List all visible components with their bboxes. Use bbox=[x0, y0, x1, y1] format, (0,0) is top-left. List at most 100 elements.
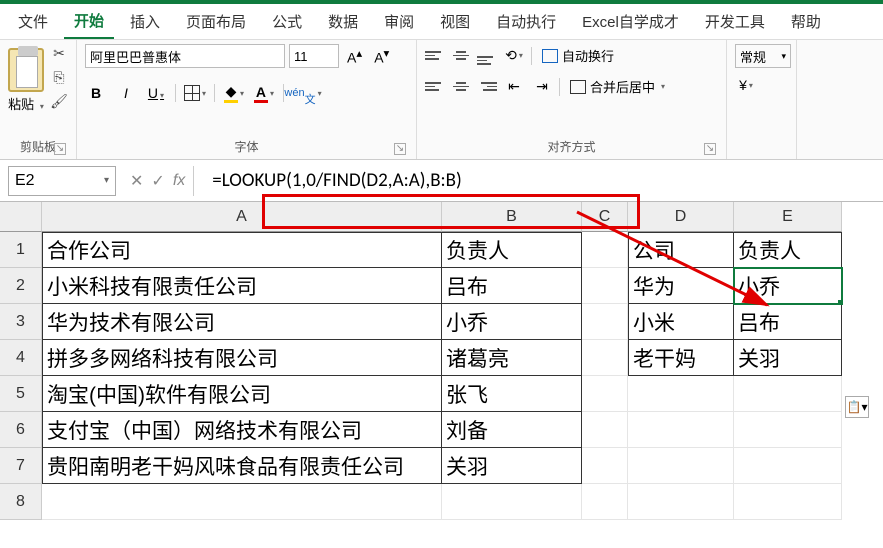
cell[interactable] bbox=[582, 376, 628, 412]
cell[interactable]: 公司 bbox=[628, 232, 734, 268]
row-header[interactable]: 6 bbox=[0, 412, 42, 448]
active-cell[interactable]: 小乔 bbox=[734, 268, 842, 304]
cell[interactable] bbox=[582, 232, 628, 268]
align-top-icon[interactable] bbox=[425, 47, 445, 65]
align-center-icon[interactable] bbox=[451, 78, 471, 96]
cell[interactable] bbox=[734, 376, 842, 412]
insert-function-icon[interactable]: fx bbox=[173, 172, 185, 190]
tab-home[interactable]: 开始 bbox=[64, 4, 114, 39]
row-header[interactable]: 1 bbox=[0, 232, 42, 268]
col-header[interactable]: C bbox=[582, 202, 628, 232]
decrease-indent-icon[interactable]: ⇤ bbox=[503, 76, 525, 98]
cell[interactable]: 小米 bbox=[628, 304, 734, 340]
bold-button[interactable]: B bbox=[85, 82, 107, 104]
decrease-font-icon[interactable]: A▾ bbox=[370, 46, 393, 66]
cell[interactable] bbox=[582, 304, 628, 340]
border-button[interactable] bbox=[184, 82, 206, 104]
phonetic-guide-button[interactable]: wén文 bbox=[292, 82, 314, 104]
cell[interactable]: 吕布 bbox=[734, 304, 842, 340]
font-name-input[interactable] bbox=[85, 44, 285, 68]
cell[interactable] bbox=[582, 268, 628, 304]
col-header[interactable]: B bbox=[442, 202, 582, 232]
align-right-icon[interactable] bbox=[477, 78, 497, 96]
merge-center-button[interactable]: 合并后居中 bbox=[566, 75, 669, 98]
tab-automate[interactable]: 自动执行 bbox=[486, 5, 566, 38]
align-left-icon[interactable] bbox=[425, 78, 445, 96]
cell[interactable] bbox=[582, 484, 628, 520]
cell[interactable] bbox=[628, 376, 734, 412]
cell[interactable]: 华为技术有限公司 bbox=[42, 304, 442, 340]
wrap-text-button[interactable]: 自动换行 bbox=[538, 44, 618, 67]
row-header[interactable]: 5 bbox=[0, 376, 42, 412]
col-header[interactable]: E bbox=[734, 202, 842, 232]
cell[interactable] bbox=[582, 448, 628, 484]
orientation-button[interactable]: ⟲ bbox=[503, 45, 525, 67]
cell[interactable]: 诸葛亮 bbox=[442, 340, 582, 376]
cell[interactable]: 合作公司 bbox=[42, 232, 442, 268]
font-size-input[interactable] bbox=[289, 44, 339, 68]
cell[interactable] bbox=[42, 484, 442, 520]
increase-indent-icon[interactable]: ⇥ bbox=[531, 76, 553, 98]
cell[interactable] bbox=[582, 340, 628, 376]
row-header[interactable]: 4 bbox=[0, 340, 42, 376]
copy-icon[interactable]: ⎘ bbox=[50, 68, 68, 86]
cell[interactable] bbox=[628, 448, 734, 484]
row-header[interactable]: 3 bbox=[0, 304, 42, 340]
align-middle-icon[interactable] bbox=[451, 47, 471, 65]
col-header[interactable]: A bbox=[42, 202, 442, 232]
cell[interactable]: 关羽 bbox=[734, 340, 842, 376]
cell[interactable]: 拼多多网络科技有限公司 bbox=[42, 340, 442, 376]
tab-file[interactable]: 文件 bbox=[8, 5, 58, 38]
cell[interactable]: 支付宝（中国）网络技术有限公司 bbox=[42, 412, 442, 448]
tab-pagelayout[interactable]: 页面布局 bbox=[176, 5, 256, 38]
row-header[interactable]: 8 bbox=[0, 484, 42, 520]
cell[interactable] bbox=[628, 484, 734, 520]
tab-custom[interactable]: Excel自学成才 bbox=[572, 5, 689, 38]
accounting-format-button[interactable]: ¥ bbox=[735, 74, 757, 96]
cut-icon[interactable]: ✂ bbox=[50, 44, 68, 62]
cell[interactable] bbox=[628, 412, 734, 448]
dialog-launcher-font[interactable]: ↘ bbox=[394, 143, 406, 155]
enter-formula-icon[interactable]: ✓ bbox=[151, 171, 164, 191]
italic-button[interactable]: I bbox=[115, 82, 137, 104]
formula-input[interactable]: =LOOKUP(1,0/FIND(D2,A:A),B:B) bbox=[194, 166, 883, 196]
cell[interactable]: 淘宝(中国)软件有限公司 bbox=[42, 376, 442, 412]
dialog-launcher-align[interactable]: ↘ bbox=[704, 143, 716, 155]
cancel-formula-icon[interactable]: ✕ bbox=[130, 171, 143, 191]
align-bottom-icon[interactable] bbox=[477, 47, 497, 65]
name-box[interactable]: E2▾ bbox=[8, 166, 116, 196]
cell[interactable] bbox=[734, 412, 842, 448]
cell[interactable]: 负责人 bbox=[442, 232, 582, 268]
cell[interactable]: 吕布 bbox=[442, 268, 582, 304]
cell[interactable]: 华为 bbox=[628, 268, 734, 304]
cell[interactable]: 关羽 bbox=[442, 448, 582, 484]
cell[interactable]: 张飞 bbox=[442, 376, 582, 412]
cell[interactable] bbox=[582, 412, 628, 448]
tab-view[interactable]: 视图 bbox=[430, 5, 480, 38]
cell[interactable]: 负责人 bbox=[734, 232, 842, 268]
paste-button[interactable]: 粘贴 bbox=[8, 94, 44, 113]
paste-icon[interactable] bbox=[8, 48, 44, 92]
col-header[interactable]: D bbox=[628, 202, 734, 232]
tab-insert[interactable]: 插入 bbox=[120, 5, 170, 38]
tab-data[interactable]: 数据 bbox=[318, 5, 368, 38]
paste-options-float[interactable]: 📋▾ bbox=[845, 396, 869, 418]
cell[interactable] bbox=[442, 484, 582, 520]
cell[interactable]: 小乔 bbox=[442, 304, 582, 340]
dialog-launcher-clipboard[interactable]: ↘ bbox=[54, 143, 66, 155]
number-format-select[interactable]: 常规▾ bbox=[735, 44, 791, 68]
cell[interactable]: 刘备 bbox=[442, 412, 582, 448]
underline-button[interactable]: U bbox=[145, 82, 167, 104]
tab-developer[interactable]: 开发工具 bbox=[695, 5, 775, 38]
select-all-corner[interactable] bbox=[0, 202, 42, 232]
tab-help[interactable]: 帮助 bbox=[781, 5, 831, 38]
cell[interactable]: 小米科技有限责任公司 bbox=[42, 268, 442, 304]
cell[interactable]: 贵阳南明老干妈风味食品有限责任公司 bbox=[42, 448, 442, 484]
font-color-button[interactable]: A bbox=[253, 82, 275, 104]
row-header[interactable]: 2 bbox=[0, 268, 42, 304]
cell[interactable] bbox=[734, 484, 842, 520]
tab-formulas[interactable]: 公式 bbox=[262, 5, 312, 38]
fill-color-button[interactable]: ◆ bbox=[223, 82, 245, 104]
format-painter-icon[interactable]: 🖌 bbox=[50, 92, 68, 110]
row-header[interactable]: 7 bbox=[0, 448, 42, 484]
